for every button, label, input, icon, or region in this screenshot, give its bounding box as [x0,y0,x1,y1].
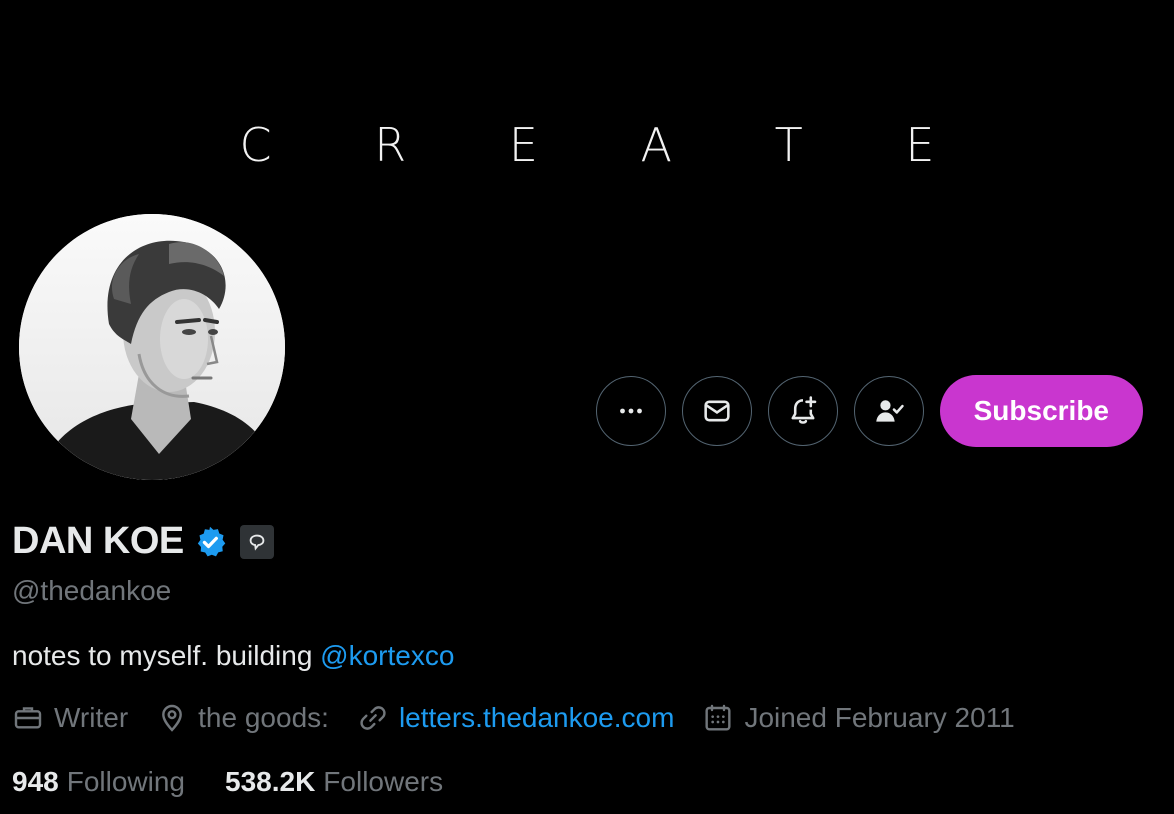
display-name: DAN KOE [12,520,184,562]
avatar-photo [19,214,285,480]
bell-plus-icon [791,396,816,424]
profile-meta: Writer the goods: letters.thedankoe.com … [12,702,1015,734]
following-button[interactable] [853,376,924,446]
meta-location: the goods: [156,702,329,734]
calendar-icon [705,704,731,731]
followers-label: Followers [323,766,444,797]
name-row: DAN KOE [12,520,274,563]
briefcase-icon [14,707,42,729]
meta-website: letters.thedankoe.com [357,702,675,734]
profile-bio: notes to myself. building @kortexco [12,640,454,672]
link-icon [360,706,386,730]
following-stat[interactable]: 948 Following [12,766,185,798]
website-link[interactable]: letters.thedankoe.com [399,702,675,734]
meta-joined: Joined February 2011 [702,702,1015,734]
more-dots-icon [619,408,642,414]
bio-mention-link[interactable]: @kortexco [320,640,454,671]
meta-profession: Writer [12,702,128,734]
following-count: 948 [12,766,59,797]
profile-stats: 948 Following 538.2K Followers [12,766,443,798]
avatar[interactable] [16,211,288,483]
person-check-icon [875,400,904,422]
following-label: Following [66,766,185,797]
followers-count: 538.2K [225,766,316,797]
profile-actions: Subscribe [595,375,1143,447]
location-pin-icon [162,704,183,732]
affiliate-badge-icon[interactable] [239,524,274,559]
banner-title: C R E A T E [239,118,979,172]
profession-text: Writer [54,702,129,733]
envelope-icon [704,400,730,422]
bio-text: notes to myself. building [12,640,321,671]
notify-button[interactable] [767,376,838,446]
more-button[interactable] [595,376,666,446]
message-button[interactable] [681,376,752,446]
profile-handle: @thedankoe [12,575,172,606]
joined-text: Joined February 2011 [744,702,1015,733]
subscribe-button[interactable]: Subscribe [939,375,1143,447]
followers-stat[interactable]: 538.2K Followers [225,766,443,798]
verified-badge-icon[interactable] [192,524,228,560]
location-text: the goods: [198,702,329,733]
